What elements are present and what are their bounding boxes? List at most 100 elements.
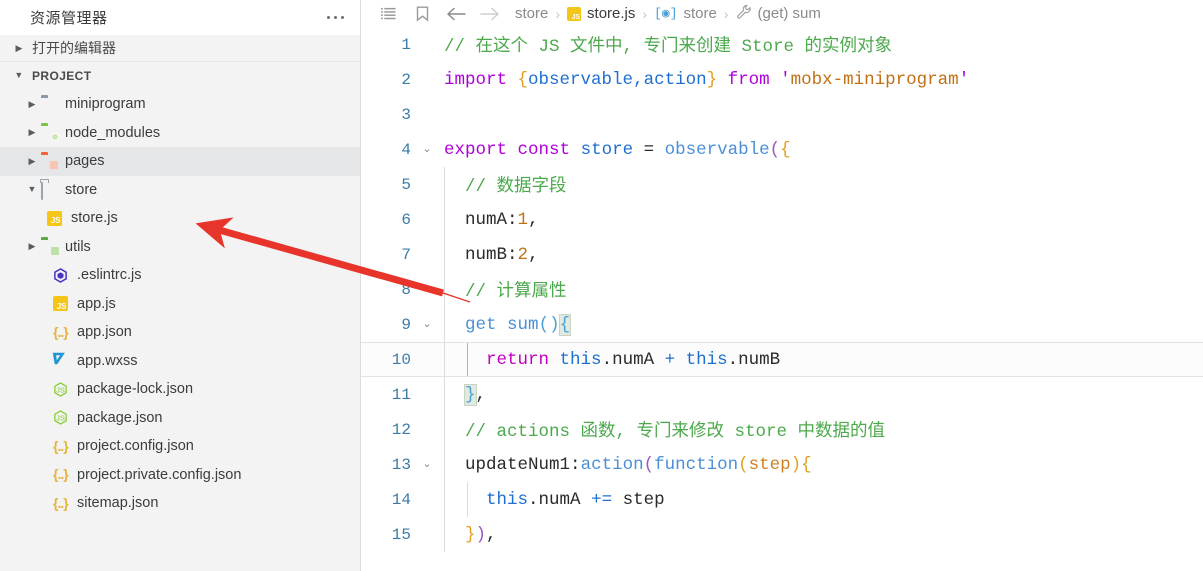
tree-item-app-js[interactable]: JS app.js (0, 290, 360, 319)
folder-green2-icon (41, 238, 59, 256)
bookmark-icon[interactable] (405, 2, 439, 26)
code-line[interactable]: 14 this.numA += step (361, 482, 1203, 517)
forward-arrow-icon[interactable] (473, 2, 507, 26)
code-editor: store › JS store.js › [◉] store › (get) … (361, 0, 1203, 571)
tree-item-label: app.json (77, 324, 132, 341)
tree-item-pages[interactable]: ▶ pages (0, 147, 360, 176)
breadcrumb-item-get-sum[interactable]: (get) sum (736, 4, 821, 24)
svg-text:JS: JS (56, 385, 65, 394)
code-token-brace: } (706, 69, 718, 90)
line-number: 11 (391, 385, 411, 404)
fold-indicator[interactable]: ⌄ (416, 144, 438, 155)
breadcrumb-label: store.js (587, 5, 636, 22)
code-token-this: this (559, 349, 602, 370)
code-token-identifier: observable,action (528, 69, 707, 90)
code-token-quote: ' (958, 69, 970, 90)
tree-item-package-lock[interactable]: JS package-lock.json (0, 375, 360, 404)
explorer-title: 资源管理器 (30, 10, 108, 27)
tree-item-miniprogram[interactable]: ▶ miniprogram (0, 90, 360, 119)
code-token-parameter: step (622, 489, 665, 510)
chevron-right-icon: ▶ (28, 155, 36, 166)
code-line[interactable]: 4 ⌄ export const store = observable({ (361, 132, 1203, 167)
code-token-property: numB (738, 349, 781, 370)
code-line[interactable]: 7 numB:2, (361, 237, 1203, 272)
wrench-glyph (736, 4, 751, 19)
json-file-icon: {..} (53, 323, 69, 340)
tree-item-sitemap[interactable]: {..} sitemap.json (0, 489, 360, 518)
tree-item-project-config[interactable]: {..} project.config.json (0, 432, 360, 461)
breadcrumb-label: store (515, 5, 549, 22)
code-line[interactable]: 1 // 在这个 JS 文件中, 专门来创建 Store 的实例对象 (361, 27, 1203, 62)
line-number: 8 (401, 280, 411, 299)
open-editors-section[interactable]: ▶ 打开的编辑器 (0, 35, 360, 62)
tree-item-app-json[interactable]: {..} app.json (0, 318, 360, 347)
project-section[interactable]: ▼ PROJECT (0, 62, 360, 89)
breadcrumb-item-store-symbol[interactable]: [◉] store (654, 5, 717, 22)
breadcrumb-separator: › (555, 5, 561, 22)
code-line-active[interactable]: 10 return this.numA + this.numB (361, 342, 1203, 377)
code-token-keyword: from (727, 69, 770, 90)
back-arrow-icon[interactable] (439, 2, 473, 26)
node-file-icon: JS (53, 409, 70, 426)
code-token-comment: // 计算属性 (465, 282, 567, 302)
code-line[interactable]: 6 numA:1, (361, 202, 1203, 237)
chevron-right-icon: ▶ (28, 98, 36, 109)
fold-indicator[interactable]: ⌄ (416, 319, 438, 330)
code-line[interactable]: 3 (361, 97, 1203, 132)
explorer-header: 资源管理器 (0, 0, 360, 35)
code-token-dot: . (727, 349, 739, 370)
code-token-keyword: export (444, 139, 508, 160)
tree-item-store-js[interactable]: JS store.js (0, 204, 360, 233)
json-file-icon: {..} (53, 494, 69, 511)
breadcrumb-label: store (683, 5, 717, 22)
code-token-paren: ) (475, 524, 487, 545)
tree-item-label: store (65, 181, 98, 198)
code-token-comment: // 在这个 JS 文件中, 专门来创建 Store 的实例对象 (444, 37, 893, 57)
tree-item-node-modules[interactable]: ▶ node_modules (0, 119, 360, 148)
symbol-variable-icon: [◉] (654, 6, 678, 21)
code-token-bracket-match: } (464, 383, 477, 406)
js-file-icon: JS (47, 210, 64, 227)
code-token-keyword: get (465, 314, 497, 335)
svg-text:JS: JS (56, 414, 65, 423)
tree-item-package-json[interactable]: JS package.json (0, 404, 360, 433)
tree-item-app-wxss[interactable]: 𝜵 app.wxss (0, 347, 360, 376)
code-line[interactable]: 11 }, (361, 377, 1203, 412)
breadcrumb-item-store-js[interactable]: JS store.js (567, 5, 635, 22)
code-token-brace: { (780, 139, 791, 160)
outline-list-icon[interactable] (371, 2, 405, 26)
code-line[interactable]: 9 ⌄ get sum(){ (361, 307, 1203, 342)
code-token-brace: { (801, 454, 812, 475)
outline-list-glyph (380, 7, 396, 19)
code-token-comment: // actions 函数, 专门来修改 store 中数据的值 (465, 422, 886, 442)
node-hex-glyph: JS (54, 410, 67, 426)
code-line[interactable]: 12 // actions 函数, 专门来修改 store 中数据的值 (361, 412, 1203, 447)
tree-item-utils[interactable]: ▶ utils (0, 233, 360, 262)
code-token-comment: // 数据字段 (465, 177, 567, 197)
code-line[interactable]: 13 ⌄ updateNum1:action(function(step){ (361, 447, 1203, 482)
wrench-icon (736, 4, 752, 24)
tree-item-project-private-config[interactable]: {..} project.private.config.json (0, 461, 360, 490)
code-token-paren: () (538, 314, 560, 335)
tree-item-store-folder[interactable]: ▼ store (0, 176, 360, 205)
eslint-file-icon (53, 267, 70, 284)
line-number: 2 (401, 70, 411, 89)
css-file-icon: 𝜵 (53, 352, 64, 369)
tree-item-eslintrc[interactable]: .eslintrc.js (0, 261, 360, 290)
code-line[interactable]: 8 // 计算属性 (361, 272, 1203, 307)
fold-indicator[interactable]: ⌄ (416, 459, 438, 470)
code-token-paren: ( (643, 454, 655, 475)
code-line[interactable]: 2 import {observable,action} from 'mobx-… (361, 62, 1203, 97)
arrow-right-glyph (480, 7, 499, 20)
chevron-right-icon: ▶ (28, 127, 36, 138)
code-line[interactable]: 15 }), (361, 517, 1203, 552)
tree-item-label: pages (65, 153, 105, 170)
tree-item-label: utils (65, 238, 91, 255)
code-content[interactable]: 1 // 在这个 JS 文件中, 专门来创建 Store 的实例对象 2 imp… (361, 27, 1203, 571)
breadcrumb: store › JS store.js › [◉] store › (get) … (361, 0, 1203, 27)
code-token-function: sum (507, 314, 539, 335)
code-line[interactable]: 5 // 数据字段 (361, 167, 1203, 202)
code-token-comma: , (528, 209, 539, 230)
breadcrumb-item-store-folder[interactable]: store (515, 5, 548, 22)
more-horizontal-icon[interactable] (325, 12, 346, 23)
